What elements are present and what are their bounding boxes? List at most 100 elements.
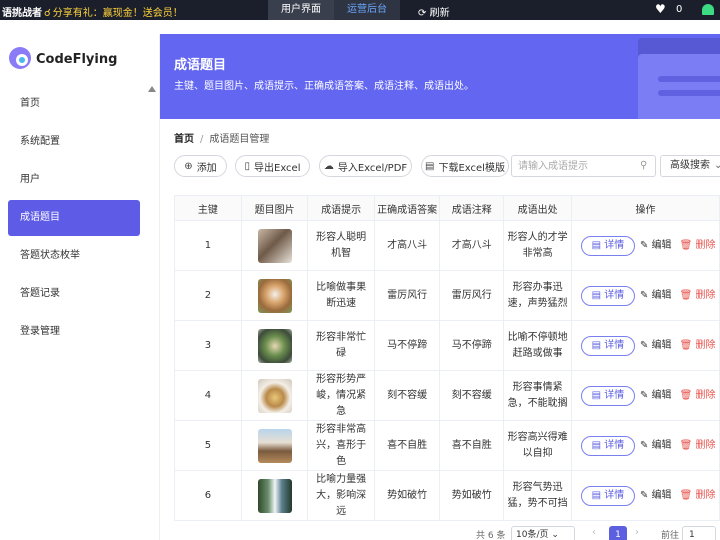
- column-header-id[interactable]: 主键: [174, 195, 242, 221]
- trash-icon: 🗑: [679, 339, 693, 351]
- sidebar-item-login-management[interactable]: 登录管理: [8, 314, 140, 350]
- question-image[interactable]: [257, 378, 292, 413]
- idiom-table: 主键 题目图片 成语提示 正确成语答案 成语注释 成语出处 操作 1 形容人聪明…: [174, 195, 720, 521]
- cell-source: 形容事情紧急，不能耽搁: [503, 370, 572, 421]
- page-size-value: 10条/页: [516, 530, 549, 540]
- trash-icon: 🗑: [679, 289, 693, 301]
- delete-button[interactable]: 🗑 删除: [680, 338, 716, 354]
- delete-button[interactable]: 🗑 删除: [680, 488, 716, 504]
- cell-id: 4: [174, 370, 242, 421]
- goto-page-input[interactable]: 1: [682, 526, 716, 540]
- refresh-button[interactable]: ⟳ 刷新: [418, 4, 450, 19]
- edit-icon: ✎: [639, 239, 649, 251]
- advanced-search-button[interactable]: 高级搜索 ⌄: [660, 155, 720, 177]
- column-header-note[interactable]: 成语注释: [439, 195, 505, 221]
- export-excel-button[interactable]: ▯ 导出Excel: [235, 155, 310, 177]
- breadcrumb-separator: /: [200, 134, 204, 145]
- cell-note: 马不停蹄: [439, 320, 505, 371]
- table-header-row: 主键 题目图片 成语提示 正确成语答案 成语注释 成语出处 操作: [174, 195, 720, 221]
- app-brand: 语挑战者: [2, 8, 42, 19]
- page-size-select[interactable]: 10条/页 ⌄: [511, 526, 575, 540]
- question-image[interactable]: [257, 228, 292, 263]
- cell-answer: 势如破竹: [373, 470, 441, 521]
- breadcrumb-home[interactable]: 首页: [174, 134, 194, 145]
- detail-icon: ▤: [591, 439, 602, 451]
- column-header-source[interactable]: 成语出处: [503, 195, 572, 221]
- search-icon[interactable]: ⚲: [640, 160, 647, 171]
- search-input[interactable]: [518, 159, 636, 174]
- detail-button[interactable]: ▤ 详情: [580, 385, 635, 406]
- sidebar-item-answer-status-enum[interactable]: 答题状态枚举: [8, 238, 140, 274]
- detail-button[interactable]: ▤ 详情: [580, 235, 635, 256]
- column-header-image[interactable]: 题目图片: [240, 195, 309, 221]
- top-bar: 语挑战者 ☌ 分享有礼：赢现金！送会员！ 用户界面 运营后台 ⟳ 刷新 ♥ 0: [0, 0, 720, 20]
- delete-label: 删除: [695, 489, 716, 501]
- cell-image: [240, 470, 309, 521]
- question-image[interactable]: [257, 328, 292, 363]
- edit-label: 编辑: [651, 439, 672, 451]
- page-number-current[interactable]: 1: [609, 526, 627, 540]
- edit-button[interactable]: ✎ 编辑: [640, 388, 672, 404]
- detail-icon: ▤: [591, 489, 602, 501]
- trash-icon: 🗑: [679, 239, 693, 251]
- column-header-answer[interactable]: 正确成语答案: [373, 195, 441, 221]
- delete-button[interactable]: 🗑 删除: [680, 388, 716, 404]
- prev-page-button[interactable]: ‹: [592, 527, 596, 538]
- detail-button[interactable]: ▤ 详情: [580, 335, 635, 356]
- cell-source: 比喻不停顿地赶路或做事: [503, 320, 572, 371]
- question-image[interactable]: [257, 278, 292, 313]
- table-row: 3 形容非常忙碌 马不停蹄 马不停蹄 比喻不停顿地赶路或做事 ▤ 详情 ✎ 编辑 🗑…: [174, 320, 720, 371]
- delete-button[interactable]: 🗑 删除: [680, 288, 716, 304]
- cell-hint: 比喻做事果断迅速: [307, 270, 375, 321]
- detail-button[interactable]: ▤ 详情: [580, 435, 635, 456]
- heart-icon[interactable]: ♥: [655, 2, 666, 16]
- table-row: 1 形容人聪明机智 才高八斗 才高八斗 形容人的才学非常高 ▤ 详情 ✎ 编辑 🗑 …: [174, 220, 720, 271]
- logo-text: CodeFlying: [36, 52, 118, 67]
- edit-button[interactable]: ✎ 编辑: [640, 288, 672, 304]
- cell-note: 才高八斗: [439, 220, 505, 271]
- banner-decoration: [638, 54, 720, 119]
- refresh-icon: ⟳: [418, 8, 427, 19]
- sidebar-item-users[interactable]: 用户: [8, 162, 140, 198]
- cell-note: 喜不自胜: [439, 420, 505, 471]
- edit-button[interactable]: ✎ 编辑: [640, 238, 672, 254]
- delete-button[interactable]: 🗑 删除: [680, 438, 716, 454]
- import-excel-pdf-button[interactable]: ☁ 导入Excel/PDF: [319, 155, 412, 177]
- breadcrumb-current: 成语题目管理: [209, 134, 270, 145]
- next-page-button[interactable]: ›: [635, 527, 639, 538]
- page-banner: 成语题目 主键、题目图片、成语提示、正确成语答案、成语注释、成语出处。: [160, 34, 720, 119]
- collapse-icon[interactable]: [148, 86, 156, 92]
- delete-button[interactable]: 🗑 删除: [680, 238, 716, 254]
- detail-button[interactable]: ▤ 详情: [580, 285, 635, 306]
- edit-icon: ✎: [639, 339, 649, 351]
- android-icon[interactable]: [702, 4, 714, 15]
- edit-button[interactable]: ✎ 编辑: [640, 338, 672, 354]
- sidebar-item-system-config[interactable]: 系统配置: [8, 124, 140, 160]
- cell-id: 6: [174, 470, 242, 521]
- cell-answer: 喜不自胜: [373, 420, 441, 471]
- cell-actions: ▤ 详情 ✎ 编辑 🗑 删除: [570, 420, 720, 471]
- question-image[interactable]: [257, 428, 292, 463]
- import-label: 导入Excel/PDF: [337, 162, 408, 174]
- share-link[interactable]: ☌ 分享有礼：赢现金！送会员！: [44, 4, 183, 19]
- cell-source: 形容气势迅猛，势不可挡: [503, 470, 572, 521]
- detail-label: 详情: [604, 289, 625, 301]
- tab-user-interface[interactable]: 用户界面: [268, 0, 334, 20]
- detail-label: 详情: [604, 339, 625, 351]
- delete-label: 删除: [695, 239, 716, 251]
- cell-id: 5: [174, 420, 242, 471]
- question-image[interactable]: [257, 478, 292, 513]
- edit-button[interactable]: ✎ 编辑: [640, 488, 672, 504]
- sidebar-item-answer-records[interactable]: 答题记录: [8, 276, 140, 312]
- sidebar-item-idiom-questions[interactable]: 成语题目: [8, 200, 140, 236]
- column-header-hint[interactable]: 成语提示: [307, 195, 375, 221]
- edit-label: 编辑: [651, 389, 672, 401]
- tab-admin-backend[interactable]: 运营后台: [334, 0, 400, 20]
- sidebar-item-home[interactable]: 首页: [8, 86, 140, 122]
- sidebar: CodeFlying 首页 系统配置 用户 成语题目 答题状态枚举 答题记录 登…: [0, 34, 160, 540]
- download-template-button[interactable]: ▤ 下载Excel模版: [421, 155, 509, 177]
- detail-button[interactable]: ▤ 详情: [580, 485, 635, 506]
- add-label: 添加: [196, 162, 217, 174]
- add-button[interactable]: ⊕ 添加: [174, 155, 227, 177]
- edit-button[interactable]: ✎ 编辑: [640, 438, 672, 454]
